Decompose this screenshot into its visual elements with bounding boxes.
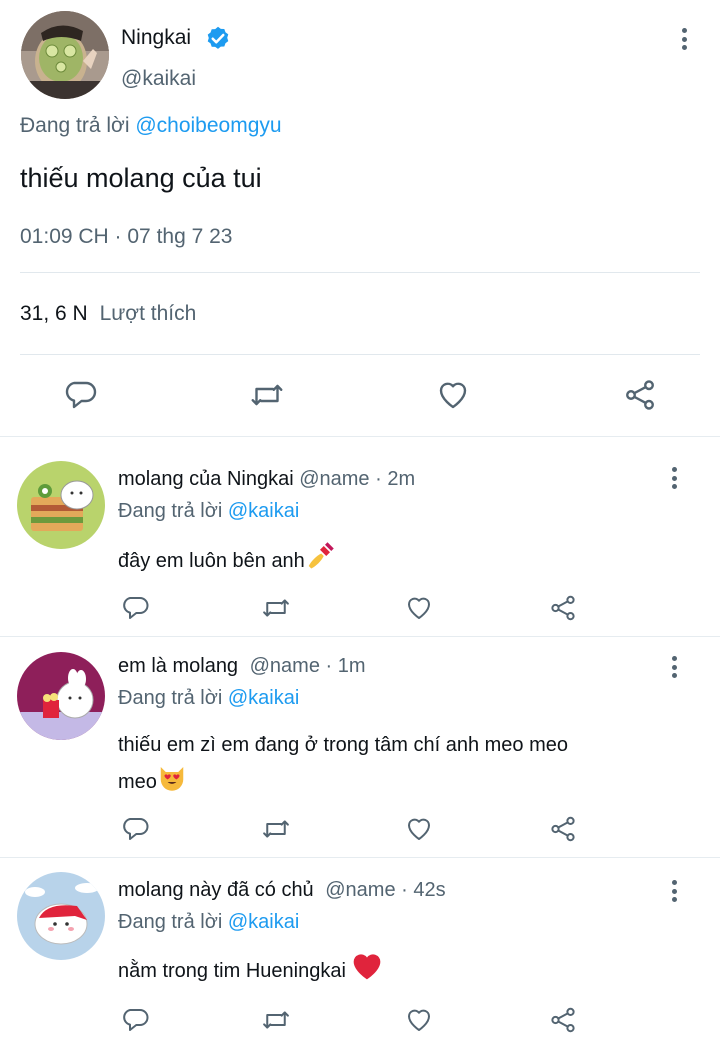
reply-time[interactable]: · 42s [401, 879, 445, 901]
reply-author-name[interactable]: molang của Ningkai [118, 468, 294, 490]
like-button[interactable] [435, 377, 471, 413]
reply-button[interactable] [120, 1005, 150, 1035]
reply-avatar[interactable] [17, 461, 105, 549]
replying-to-link[interactable]: @kaikai [228, 911, 299, 933]
retweet-button[interactable] [260, 814, 292, 844]
reply-author-handle[interactable]: @name [250, 655, 320, 677]
reply-text-block: meo [118, 762, 187, 803]
reply-author-name[interactable]: molang này đã có chủ [118, 879, 314, 901]
reply-avatar[interactable] [17, 652, 105, 740]
divider [20, 272, 700, 273]
replying-to-line: Đang trả lời @kaikai [118, 500, 299, 523]
more-dot-icon [671, 880, 677, 885]
share-icon [626, 380, 654, 410]
likes-count: 31, 6 N [20, 302, 88, 325]
heart-eyes-cat-icon [157, 762, 187, 803]
divider [0, 636, 720, 637]
more-dot-icon [681, 45, 687, 50]
share-button[interactable] [548, 814, 578, 844]
more-dot-icon [671, 897, 677, 902]
likes-stat[interactable]: 31, 6 N Lượt thích [20, 302, 196, 326]
heart-icon [408, 818, 430, 840]
more-dot-icon [671, 888, 677, 894]
heart-icon [439, 382, 467, 409]
author-handle[interactable]: @kaikai [121, 67, 196, 91]
share-button[interactable] [622, 377, 658, 413]
divider [0, 857, 720, 858]
share-icon [551, 1007, 575, 1033]
reply-time[interactable]: · 1m [326, 655, 366, 677]
red-heart-icon [351, 951, 383, 992]
author-avatar[interactable] [21, 11, 109, 99]
more-dot-icon [671, 484, 677, 489]
like-button[interactable] [404, 593, 434, 623]
reply-icon [123, 597, 149, 619]
retweet-button[interactable] [260, 593, 292, 623]
reply-text: đây em luôn bên anh [118, 549, 305, 572]
more-options-button[interactable] [664, 652, 684, 682]
tweet-timestamp[interactable]: 01:09 CH · 07 thg 7 23 [20, 225, 232, 249]
more-options-button[interactable] [664, 876, 684, 906]
reply-button[interactable] [62, 377, 98, 413]
nail-polish-icon [305, 541, 335, 582]
retweet-button[interactable] [248, 377, 286, 413]
reply-icon [123, 1009, 149, 1031]
tweet-text: thiếu molang của tui [20, 163, 262, 193]
replying-to-line: Đang trả lời @choibeomgyu [20, 114, 282, 138]
more-dot-icon [671, 673, 677, 678]
replying-to-line: Đang trả lời @kaikai [118, 687, 299, 710]
heart-icon [408, 1009, 430, 1031]
replying-prefix: Đang trả lời [118, 911, 223, 933]
replying-to-link[interactable]: @kaikai [228, 500, 299, 522]
more-options-button[interactable] [674, 24, 694, 54]
replying-prefix: Đang trả lời [118, 687, 223, 709]
heart-icon [408, 597, 430, 619]
divider [20, 354, 700, 355]
retweet-icon [263, 1011, 289, 1029]
retweet-icon [263, 599, 289, 617]
retweet-button[interactable] [260, 1005, 292, 1035]
more-dot-icon [671, 656, 677, 661]
reply-header: em là molang @name · 1m [118, 655, 366, 678]
share-button[interactable] [548, 593, 578, 623]
replying-prefix: Đang trả lời [118, 500, 223, 522]
reply-text-block: đây em luôn bên anh [118, 541, 335, 582]
share-icon [551, 595, 575, 621]
more-dot-icon [681, 28, 687, 33]
more-dot-icon [671, 664, 677, 670]
like-button[interactable] [404, 814, 434, 844]
divider [0, 436, 720, 437]
more-dot-icon [681, 36, 687, 42]
likes-label: Lượt thích [99, 302, 197, 325]
replying-to-link[interactable]: @kaikai [228, 687, 299, 709]
author-name[interactable]: Ningkai [121, 26, 191, 50]
reply-time[interactable]: · 2m [375, 468, 415, 490]
reply-button[interactable] [120, 814, 150, 844]
reply-icon [65, 381, 97, 409]
reply-header: molang của Ningkai @name · 2m [118, 468, 415, 491]
reply-text-block: nằm trong tim Hueningkai [118, 951, 383, 992]
more-options-button[interactable] [664, 463, 684, 493]
more-dot-icon [671, 475, 677, 481]
retweet-icon [251, 384, 283, 406]
share-icon [551, 816, 575, 842]
share-button[interactable] [548, 1005, 578, 1035]
reply-text-line2: meo [118, 770, 157, 793]
replying-prefix: Đang trả lời [20, 114, 130, 137]
verified-badge-icon [204, 25, 232, 53]
reply-text: nằm trong tim Hueningkai [118, 959, 346, 982]
replying-to-link[interactable]: @choibeomgyu [135, 114, 281, 137]
reply-button[interactable] [120, 593, 150, 623]
reply-icon [123, 818, 149, 840]
reply-header: molang này đã có chủ @name · 42s [118, 879, 446, 902]
reply-author-handle[interactable]: @name [299, 468, 369, 490]
reply-author-name[interactable]: em là molang [118, 655, 238, 677]
retweet-icon [263, 820, 289, 838]
replying-to-line: Đang trả lời @kaikai [118, 911, 299, 934]
more-dot-icon [671, 467, 677, 472]
reply-author-handle[interactable]: @name [325, 879, 395, 901]
reply-avatar[interactable] [17, 872, 105, 960]
reply-text-line1: thiếu em zì em đang ở trong tâm chí anh … [118, 734, 569, 756]
like-button[interactable] [404, 1005, 434, 1035]
